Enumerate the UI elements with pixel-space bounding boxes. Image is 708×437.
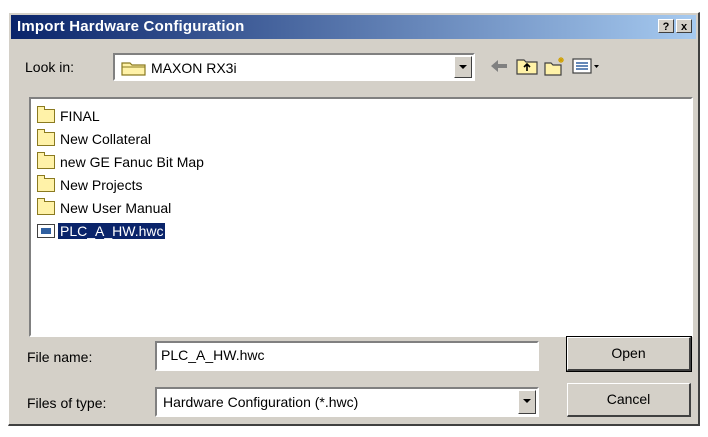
open-button[interactable]: Open bbox=[566, 336, 692, 372]
file-list[interactable]: FINAL New Collateral new GE Fanuc Bit Ma… bbox=[29, 97, 693, 337]
files-of-type-value: Hardware Configuration (*.hwc) bbox=[163, 394, 359, 410]
dialog-title: Import Hardware Configuration bbox=[17, 18, 245, 35]
title-bar[interactable]: Import Hardware Configuration ? x bbox=[11, 15, 696, 39]
look-in-dropdown-arrow[interactable] bbox=[454, 56, 472, 78]
look-in-dropdown[interactable]: MAXON RX3i bbox=[113, 53, 475, 81]
folder-icon bbox=[37, 106, 55, 123]
list-item-label: New User Manual bbox=[60, 200, 172, 216]
list-item-label: PLC_A_HW.hwc bbox=[56, 222, 167, 240]
list-item-label: New Collateral bbox=[60, 131, 152, 147]
folder-icon bbox=[37, 198, 55, 215]
list-item-label: New Projects bbox=[60, 177, 143, 193]
list-item-label: FINAL bbox=[60, 108, 100, 124]
look-in-label: Look in: bbox=[25, 59, 75, 75]
look-in-value: MAXON RX3i bbox=[151, 60, 237, 76]
list-item-label: new GE Fanuc Bit Map bbox=[60, 154, 204, 170]
cancel-button[interactable]: Cancel bbox=[567, 383, 691, 417]
folder-icon bbox=[37, 129, 55, 146]
folder-icon bbox=[121, 62, 146, 76]
new-folder-icon[interactable] bbox=[543, 55, 567, 77]
file-name-label: File name: bbox=[27, 349, 93, 365]
file-name-input[interactable] bbox=[161, 347, 531, 363]
files-of-type-dropdown-arrow[interactable] bbox=[518, 390, 536, 414]
up-folder-icon[interactable] bbox=[515, 55, 539, 77]
folder-icon bbox=[37, 152, 55, 169]
help-button[interactable]: ? bbox=[658, 19, 674, 33]
view-menu-icon[interactable] bbox=[571, 55, 601, 77]
file-name-field[interactable] bbox=[155, 341, 539, 371]
close-button[interactable]: x bbox=[676, 19, 692, 33]
hwc-file-icon bbox=[37, 224, 55, 238]
back-arrow-icon[interactable] bbox=[487, 55, 511, 77]
folder-icon bbox=[37, 175, 55, 192]
files-of-type-dropdown[interactable]: Hardware Configuration (*.hwc) bbox=[155, 387, 539, 417]
import-hardware-configuration-dialog: Import Hardware Configuration ? x Look i… bbox=[8, 12, 700, 426]
files-of-type-label: Files of type: bbox=[27, 395, 107, 411]
